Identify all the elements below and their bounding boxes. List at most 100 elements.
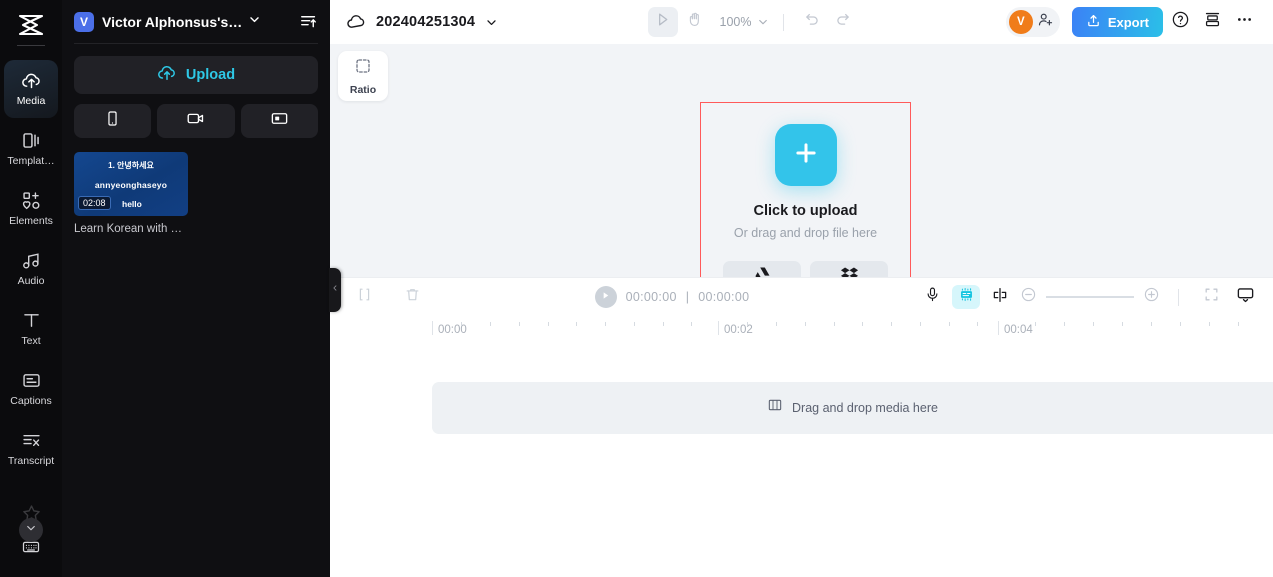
rail-item-list: Media Templat… Elements Audio Text Capti… [0,59,62,480]
play-button[interactable] [594,286,617,308]
redo-icon [834,11,851,33]
ruler-tick [805,321,806,326]
ruler-tick [949,321,950,326]
layers-button[interactable] [1199,8,1227,36]
project-badge: V [74,11,94,32]
captions-icon [21,370,42,391]
sidebar-item-media[interactable]: Media [4,59,58,118]
hand-icon [686,11,703,33]
undo-button[interactable] [798,8,826,36]
timeline-zoom-slider[interactable] [1020,286,1160,308]
microphone-button[interactable] [918,283,946,311]
zoom-slider-track[interactable] [1046,296,1134,298]
more-options-button[interactable] [1231,8,1259,36]
cloud-icon [346,12,366,32]
panel-collapse-button[interactable] [329,268,341,312]
toolbar-center-group: 100% [647,7,857,37]
document-title[interactable]: 202404251304 [376,14,475,30]
dropbox-button[interactable] [810,261,888,277]
more-horizontal-icon [1235,10,1254,34]
sidebar-item-transcript[interactable]: Transcript [4,420,58,478]
capcut-logo-icon[interactable] [14,12,48,39]
redo-button[interactable] [828,8,856,36]
chevron-down-icon[interactable] [248,13,261,31]
panel-header: V Victor Alphonsus's… [62,0,330,43]
ruler-tick [548,321,549,326]
quick-capture-row [74,104,318,138]
media-thumbnail[interactable]: 1. 안녕하세요 annyeonghaseyo 02:08 hello [74,152,188,216]
sidebar-item-elements[interactable]: Elements [4,180,58,238]
chevron-down-icon[interactable] [485,16,498,29]
ruler-tick [1209,321,1210,326]
sidebar-item-label: Elements [9,215,53,228]
sidebar-item-captions[interactable]: Captions [4,360,58,418]
microphone-icon [924,286,941,308]
split-clip-button[interactable] [350,283,378,311]
project-name[interactable]: Victor Alphonsus's… [102,14,242,30]
rail-expand-button[interactable] [19,517,43,542]
timeline-tracks[interactable]: Drag and drop media here [330,344,1273,577]
media-item-card[interactable]: 1. 안녕하세요 annyeonghaseyo 02:08 hello Lear… [74,152,188,235]
import-from-phone-button[interactable] [74,104,152,138]
current-time: 00:00:00 [625,290,677,304]
media-caption: Learn Korean with … [74,223,183,235]
google-drive-button[interactable] [723,261,801,277]
thumbnail-overlay-text: hello [122,199,142,209]
ruler-tick [1035,321,1036,326]
rail-star-section [4,496,58,542]
timeline-right-tools [918,283,1259,311]
help-button[interactable] [1167,8,1195,36]
record-video-button[interactable] [157,104,235,138]
hand-tool-button[interactable] [680,7,710,37]
ruler-tick [1238,321,1239,326]
ruler-label: 00:02 [724,323,753,336]
cloud-upload-icon [157,63,177,88]
ruler-tick [461,321,462,326]
cloud-import-row [723,261,888,277]
chevron-down-icon[interactable] [757,16,769,28]
monitor-button[interactable] [1231,283,1259,311]
screen-record-button[interactable] [240,104,318,138]
select-tool-button[interactable] [647,7,678,37]
media-duration-badge: 02:08 [78,196,111,210]
left-rail: Media Templat… Elements Audio Text Capti… [0,0,62,577]
sort-ascending-icon[interactable] [299,12,318,31]
add-person-icon[interactable] [1037,11,1054,33]
toolbar-divider [783,13,785,31]
sidebar-item-label: Captions [10,395,52,408]
upload-dropzone[interactable]: Click to upload Or drag and drop file he… [700,102,911,277]
google-drive-icon [753,265,772,277]
sidebar-item-label: Text [21,335,41,348]
undo-icon [804,11,821,33]
delete-button[interactable] [398,283,426,311]
sidebar-item-templates[interactable]: Templat… [4,120,58,178]
auto-captions-button[interactable] [952,285,980,309]
dropzone-title: Click to upload [753,203,858,219]
ruler-tick [747,321,748,326]
timeline-ruler[interactable]: 00:00 00:02 00:04 [330,316,1273,345]
sidebar-item-text[interactable]: Text [4,300,58,358]
timeline-drop-strip[interactable]: Drag and drop media here [432,381,1273,434]
question-circle-icon [1171,10,1190,34]
timeline-toolbar: 00:00:00 | 00:00:00 [330,276,1273,317]
add-media-button[interactable] [774,124,837,186]
timeline-divider [1178,288,1179,306]
plus-circle-icon[interactable] [1143,286,1160,308]
export-button[interactable]: Export [1071,7,1163,37]
plus-icon [791,138,821,173]
ratio-button[interactable]: Ratio [338,51,388,101]
ruler-tick [634,321,635,326]
ruler-major-tick [432,320,433,335]
sidebar-item-audio[interactable]: Audio [4,240,58,298]
ruler-tick [691,321,692,326]
fit-screen-button[interactable] [1197,283,1225,311]
minus-circle-icon[interactable] [1020,286,1037,308]
split-clip-icon [356,286,373,308]
avatar[interactable]: V [1008,10,1033,34]
main-area: 202404251304 100% V Export Ratio Click t… [330,0,1273,577]
print-layers-icon [1203,10,1222,34]
transcript-icon [21,430,42,451]
upload-button[interactable]: Upload [74,56,318,94]
mirror-split-button[interactable] [986,283,1014,311]
sidebar-item-label: Templat… [7,155,55,168]
